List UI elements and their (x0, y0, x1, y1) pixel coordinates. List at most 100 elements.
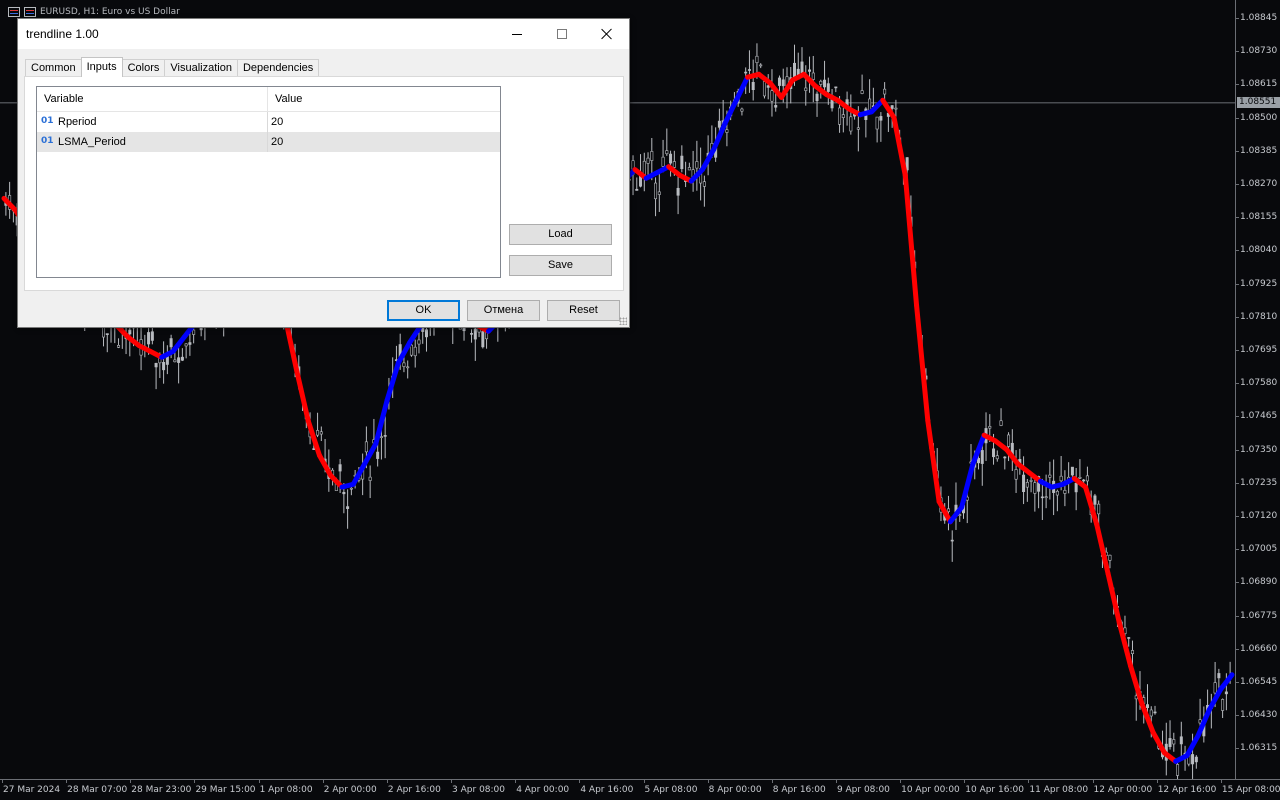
tab-dependencies[interactable]: Dependencies (236, 59, 320, 77)
minimize-icon (512, 33, 522, 35)
candle-body (793, 62, 797, 78)
price-axis-label: 1.08845 (1240, 13, 1278, 23)
table-row[interactable]: 01 Rperiod 20 (37, 112, 500, 132)
tab-colors[interactable]: Colors (121, 59, 166, 77)
candle-body (665, 150, 669, 155)
tab-visualization[interactable]: Visualization (164, 59, 238, 77)
variable-name: LSMA_Period (58, 136, 126, 148)
candle-body (349, 487, 353, 490)
table-row[interactable]: 01 LSMA_Period 20 (37, 132, 500, 152)
candle-body (995, 455, 999, 460)
price-axis-tick (1236, 51, 1239, 53)
candle-body (680, 155, 684, 170)
candle-body (883, 88, 887, 95)
candle-body (1191, 754, 1195, 765)
time-axis-tick (515, 780, 517, 783)
candle-body (849, 116, 853, 132)
candle-body (777, 77, 781, 86)
column-header-variable[interactable]: Variable (37, 87, 84, 112)
resize-grip-icon[interactable] (619, 317, 627, 325)
candle-body (1213, 682, 1217, 694)
time-axis-label: 4 Apr 16:00 (580, 785, 634, 795)
candle-body (1153, 711, 1157, 714)
candle-body (368, 476, 372, 481)
candle-body (1221, 699, 1225, 711)
candle-body (1168, 738, 1172, 747)
variable-value[interactable]: 20 (271, 136, 283, 148)
candle-body (1097, 503, 1101, 515)
candle-body (766, 85, 770, 88)
save-button[interactable]: Save (509, 255, 612, 276)
load-button[interactable]: Load (509, 224, 612, 245)
time-axis-tick (1220, 780, 1222, 783)
candle-body (740, 108, 744, 112)
price-axis-tick (1236, 416, 1239, 418)
price-axis[interactable]: 1.08845 1.08730 1.08615 1.08500 1.08385 1.082… (1235, 0, 1280, 779)
time-axis-label: 12 Apr 00:00 (1093, 785, 1153, 795)
price-axis-label: 1.07005 (1240, 544, 1278, 555)
candle-body (875, 116, 879, 130)
candle-body (890, 105, 894, 109)
candle-body (834, 86, 838, 89)
price-axis-tick (1236, 217, 1239, 219)
dialog-title: trendline 1.00 (26, 27, 99, 41)
current-price-label: 1.08551 (1237, 97, 1280, 109)
time-axis-label: 10 Apr 00:00 (901, 785, 960, 795)
close-button[interactable] (584, 19, 630, 49)
candle-body (646, 157, 650, 164)
candle-body (154, 362, 158, 368)
price-axis-label: 1.07580 (1240, 378, 1278, 389)
candle-body (751, 82, 755, 91)
inputs-grid[interactable]: Variable Value 01 Rperiod 20 01 LSMA_Per… (36, 86, 501, 278)
time-axis-label: 8 Apr 16:00 (772, 785, 826, 795)
candle-body (177, 357, 181, 363)
price-axis-tick (1236, 715, 1239, 717)
price-axis-tick (1236, 549, 1239, 551)
price-axis-tick (1236, 117, 1239, 119)
candle-body (755, 55, 759, 63)
candle-body (695, 161, 699, 169)
dialog-tabs: Common Inputs Colors Visualization Depen… (25, 57, 320, 77)
reset-button[interactable]: Reset (547, 300, 620, 321)
candle-body (162, 362, 166, 371)
price-axis-label: 1.07465 (1240, 411, 1278, 422)
candle-body (1093, 495, 1097, 505)
candle-body (1085, 475, 1089, 482)
minimize-button[interactable] (494, 19, 540, 49)
candle-body (838, 107, 842, 125)
row-separator (267, 112, 268, 132)
candle-body (470, 333, 474, 335)
dialog-titlebar[interactable]: trendline 1.00 (18, 19, 629, 49)
candle-body (417, 339, 421, 345)
candle-body (999, 420, 1003, 426)
column-header-value[interactable]: Value (268, 87, 302, 112)
time-axis[interactable]: 27 Mar 2024 28 Mar 07:00 28 Mar 23:00 29 Ma… (0, 779, 1280, 800)
candle-body (1025, 482, 1029, 488)
time-axis-label: 28 Mar 07:00 (67, 785, 128, 795)
candle-body (988, 426, 992, 429)
candle-body (856, 127, 860, 130)
candle-body (1149, 709, 1153, 717)
price-axis-label: 1.06775 (1240, 610, 1278, 621)
candle-body (1055, 490, 1059, 496)
tab-inputs[interactable]: Inputs (80, 57, 123, 77)
price-axis-tick (1236, 582, 1239, 584)
time-axis-tick (643, 780, 645, 783)
ok-button[interactable]: OK (387, 300, 460, 321)
price-axis-label: 1.08040 (1240, 245, 1278, 256)
variable-value[interactable]: 20 (271, 116, 283, 128)
time-axis-tick (579, 780, 581, 783)
candle-body (406, 366, 410, 369)
candle-body (657, 191, 661, 195)
candle-body (1029, 480, 1033, 482)
candle-body (717, 120, 721, 128)
indicator-properties-dialog: trendline 1.00 Common Inputs Colors Visu… (17, 18, 630, 328)
tab-common[interactable]: Common (25, 59, 82, 77)
maximize-button[interactable] (539, 19, 585, 49)
candle-body (762, 81, 766, 97)
time-axis-label: 3 Apr 08:00 (452, 785, 506, 795)
time-axis-label: 8 Apr 00:00 (708, 785, 762, 795)
cancel-button[interactable]: Отмена (467, 300, 540, 321)
candle-body (316, 430, 320, 436)
candle-body (338, 464, 342, 472)
